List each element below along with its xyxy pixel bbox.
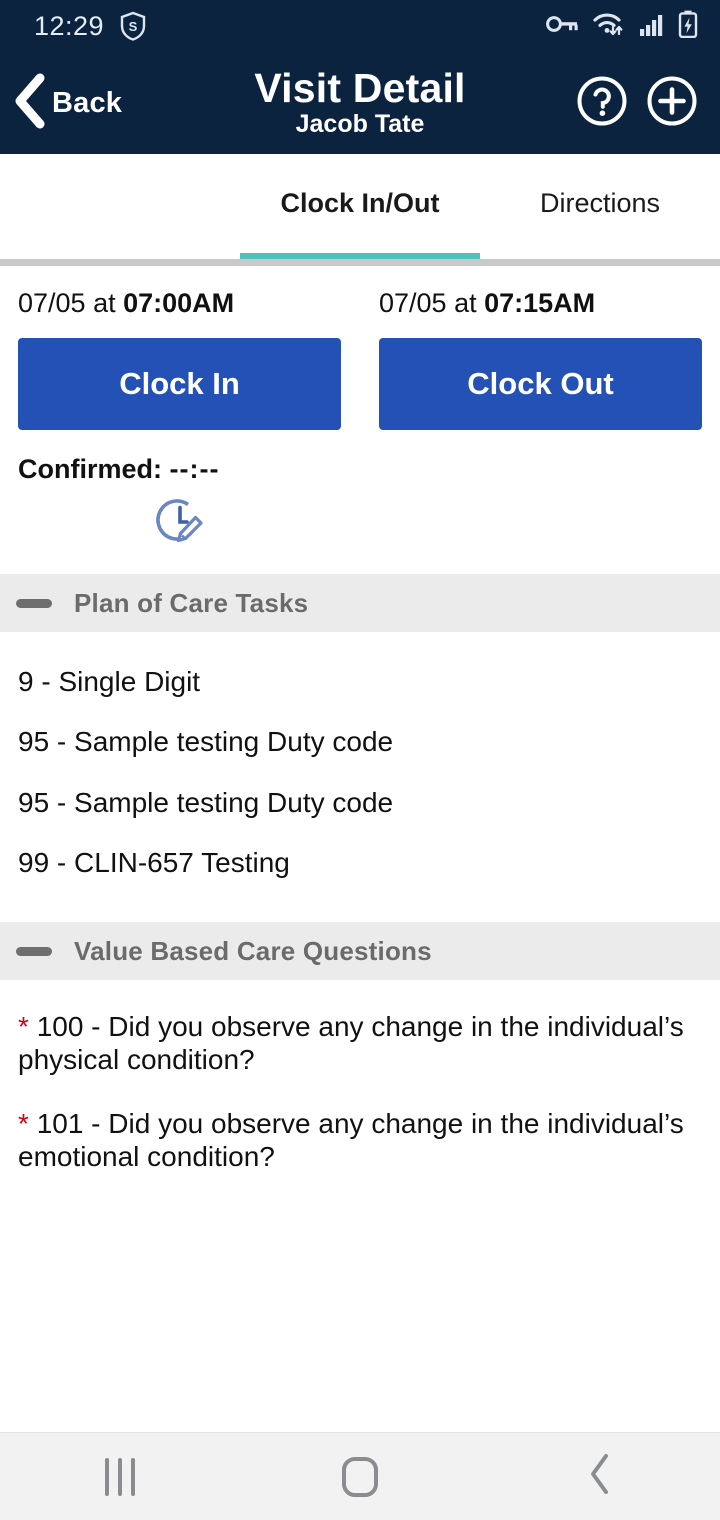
home-button[interactable] (280, 1456, 440, 1497)
status-bar-clock: 12:29 (34, 10, 105, 41)
list-item[interactable]: 99 - CLIN-657 Testing (18, 818, 702, 900)
list-item[interactable]: 95 - Sample testing Duty code (18, 758, 702, 818)
vpn-key-icon (545, 12, 579, 41)
list-item[interactable]: * 101 - Did you observe any change in th… (18, 1077, 686, 1173)
clock-in-column: 07/05 at 07:00AM Clock In (18, 288, 341, 430)
page-title: Visit Detail (254, 65, 466, 112)
clock-in-date: 07/05 at (18, 288, 124, 318)
clock-out-time: 07:15AM (484, 288, 596, 318)
help-circle-icon[interactable] (576, 75, 628, 132)
tab-clock-in-out[interactable]: Clock In/Out (240, 188, 480, 264)
clock-out-timestamp: 07/05 at 07:15AM (379, 288, 702, 319)
android-nav-bar (0, 1432, 720, 1520)
tab-clock-in-out-label: Clock In/Out (280, 188, 440, 218)
section-header-plan-of-care[interactable]: Plan of Care Tasks (0, 574, 720, 632)
tab-bar: Clock In/Out Directions (0, 154, 720, 266)
confirmed-label: Confirmed: (18, 454, 170, 484)
required-asterisk: * (18, 1107, 29, 1139)
status-bar-indicators (545, 10, 698, 43)
back-button-label: Back (52, 86, 123, 119)
confirmed-row: Confirmed: --:-- (18, 454, 702, 485)
add-circle-icon[interactable] (646, 75, 698, 132)
back-button[interactable]: Back (10, 72, 122, 135)
clock-section: 07/05 at 07:00AM Clock In 07/05 at 07:15… (0, 266, 720, 552)
edit-time-button[interactable] (18, 495, 342, 552)
recents-icon (105, 1457, 135, 1496)
battery-charging-icon (678, 10, 698, 43)
system-back-button[interactable] (520, 1452, 680, 1501)
back-chevron-icon (585, 1452, 615, 1501)
value-based-care-question-list: * 100 - Did you observe any change in th… (0, 980, 720, 1173)
recents-button[interactable] (40, 1457, 200, 1496)
collapse-minus-icon (16, 946, 52, 956)
question-text: 101 - Did you observe any change in the … (18, 1107, 684, 1172)
required-asterisk: * (18, 1011, 29, 1043)
wifi-transfer-icon (592, 11, 626, 42)
back-chevron-icon (10, 72, 50, 135)
status-bar: 12:29 S (0, 0, 720, 52)
tab-directions-label: Directions (539, 188, 661, 218)
home-icon (342, 1456, 378, 1497)
plan-of-care-task-list: 9 - Single Digit 95 - Sample testing Dut… (0, 632, 720, 901)
clock-in-timestamp: 07/05 at 07:00AM (18, 288, 341, 319)
section-title-value-based-care: Value Based Care Questions (74, 935, 432, 966)
app-bar-actions (576, 75, 698, 132)
clock-edit-icon (154, 495, 206, 552)
shield-s-badge-icon: S (120, 11, 146, 41)
tab-bar-divider (0, 259, 720, 266)
confirmed-value: --:-- (169, 454, 220, 484)
section-title-plan-of-care: Plan of Care Tasks (74, 587, 309, 618)
clock-in-button[interactable]: Clock In (18, 338, 341, 430)
content-spacer (0, 1172, 720, 1432)
clock-in-time: 07:00AM (123, 288, 235, 318)
signal-bars-icon (639, 11, 665, 42)
list-item[interactable]: 9 - Single Digit (18, 632, 702, 697)
clock-out-date: 07/05 at (379, 288, 485, 318)
list-item[interactable]: 95 - Sample testing Duty code (18, 697, 702, 757)
question-text: 100 - Did you observe any change in the … (18, 1011, 684, 1076)
section-header-value-based-care[interactable]: Value Based Care Questions (0, 922, 720, 981)
list-item[interactable]: * 100 - Did you observe any change in th… (18, 980, 686, 1076)
svg-text:S: S (129, 19, 138, 34)
phone-screen: 12:29 S Back Visit Detail Jacob Tate Clo… (0, 0, 720, 1520)
collapse-minus-icon (16, 598, 52, 608)
page-subtitle: Jacob Tate (295, 110, 425, 139)
clock-out-column: 07/05 at 07:15AM Clock Out (379, 288, 702, 430)
tab-directions[interactable]: Directions (480, 188, 720, 219)
clock-out-button[interactable]: Clock Out (379, 338, 702, 430)
app-bar: Back Visit Detail Jacob Tate (0, 52, 720, 154)
